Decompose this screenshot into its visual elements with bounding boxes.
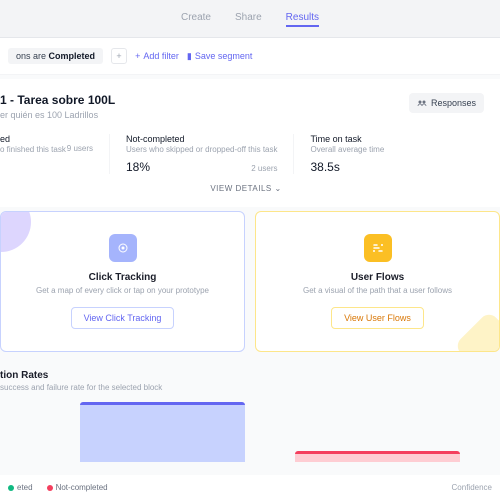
completion-rates-section: tion Rates success and failure rate for …: [0, 370, 500, 462]
stat-value: 38.5s: [310, 160, 404, 174]
view-details-label: VIEW DETAILS: [210, 184, 271, 193]
plus-icon: +: [135, 51, 140, 61]
stat-sub: Overall average time: [310, 145, 404, 154]
legend-label: eted: [17, 483, 33, 492]
stat-not-completed: Not-completed Users who skipped or dropp…: [126, 134, 294, 174]
view-user-flows-button[interactable]: View User Flows: [331, 307, 424, 329]
legend-confidence[interactable]: Confidence: [452, 483, 492, 492]
main-panel: 1 - Tarea sobre 100L er quién es 100 Lad…: [0, 79, 500, 207]
feature-cards: Click Tracking Get a map of every click …: [0, 211, 500, 352]
user-flows-card: User Flows Get a visual of the path that…: [255, 211, 500, 352]
stat-sub: Users who skipped or dropped-off this ta…: [126, 145, 277, 154]
stat-time-on-task: Time on task Overall average time 38.5s: [310, 134, 420, 174]
card-title: Click Tracking: [15, 272, 230, 283]
add-filter-link[interactable]: + Add filter: [135, 51, 179, 61]
stat-completed: ed o finished this task 9 users: [0, 134, 110, 174]
user-flows-icon: [364, 234, 392, 262]
tab-results[interactable]: Results: [286, 10, 319, 27]
click-tracking-icon: [109, 234, 137, 262]
tab-create[interactable]: Create: [181, 10, 211, 27]
card-desc: Get a map of every click or tap on your …: [15, 286, 230, 295]
task-title-block: 1 - Tarea sobre 100L er quién es 100 Lad…: [0, 93, 115, 120]
dot-icon: [47, 485, 53, 491]
chip-prefix: ons are: [16, 51, 46, 61]
view-click-tracking-button[interactable]: View Click Tracking: [71, 307, 175, 329]
click-tracking-card: Click Tracking Get a map of every click …: [0, 211, 245, 352]
stat-users: 2 users: [251, 164, 277, 173]
stat-label: ed: [0, 134, 93, 144]
task-title: 1 - Tarea sobre 100L: [0, 93, 115, 107]
deco-shape: [454, 311, 500, 352]
chip-value: Completed: [49, 51, 96, 61]
chevron-down-icon: ⌄: [274, 184, 281, 193]
save-segment-link[interactable]: ▮ Save segment: [187, 51, 253, 62]
add-filter-label: Add filter: [143, 51, 179, 61]
legend-not-completed[interactable]: Not-completed: [47, 483, 108, 492]
rates-sub: success and failure rate for the selecte…: [0, 383, 500, 392]
rates-chart: [0, 402, 500, 462]
group-icon: [417, 98, 427, 108]
bar-not-completed: [295, 451, 460, 462]
top-tabs: Create Share Results: [0, 0, 500, 38]
task-subtitle: er quién es 100 Ladrillos: [0, 110, 115, 120]
deco-circle: [0, 211, 31, 252]
stats-row: ed o finished this task 9 users Not-comp…: [0, 134, 492, 174]
stat-users: 9 users: [67, 144, 93, 153]
legend-completed[interactable]: eted: [8, 483, 33, 492]
bookmark-icon: ▮: [187, 51, 192, 62]
dot-icon: [8, 485, 14, 491]
responses-button[interactable]: Responses: [409, 93, 484, 113]
card-desc: Get a visual of the path that a user fol…: [270, 286, 485, 295]
filter-bar: ons are Completed + + Add filter ▮ Save …: [0, 38, 500, 75]
rates-title: tion Rates: [0, 370, 500, 381]
save-segment-label: Save segment: [195, 51, 253, 61]
tab-share[interactable]: Share: [235, 10, 262, 27]
legend-label: Not-completed: [56, 483, 108, 492]
stat-label: Not-completed: [126, 134, 277, 144]
stat-label: Time on task: [310, 134, 404, 144]
card-title: User Flows: [270, 272, 485, 283]
add-filter-plus-button[interactable]: +: [111, 48, 127, 64]
filter-chip-sessions[interactable]: ons are Completed: [8, 48, 103, 64]
responses-label: Responses: [431, 98, 476, 108]
view-details-button[interactable]: VIEW DETAILS ⌄: [0, 174, 492, 199]
chart-legend: eted Not-completed Confidence: [0, 475, 500, 500]
bar-completed: [80, 402, 245, 462]
